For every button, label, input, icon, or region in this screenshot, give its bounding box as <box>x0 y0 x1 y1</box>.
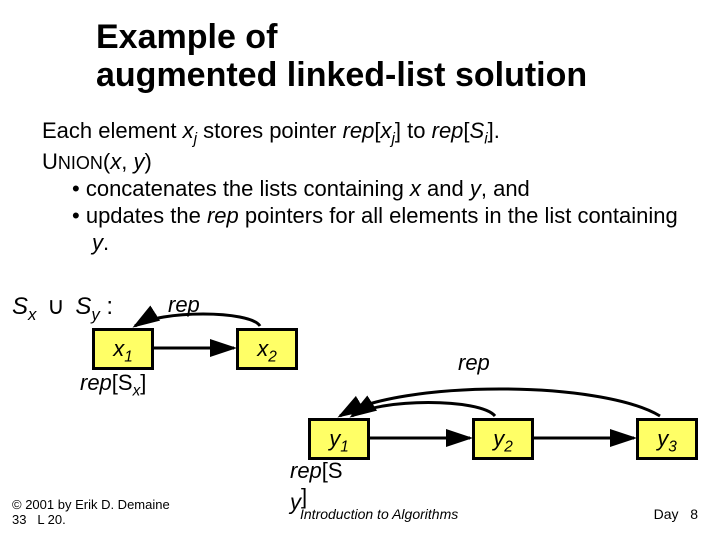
day-label: Day <box>654 506 679 522</box>
day-num: 8 <box>690 506 698 522</box>
txt: , <box>121 149 133 174</box>
rep-top-label: rep <box>168 292 200 318</box>
node-y1: y1 <box>308 418 370 460</box>
txt: [S <box>322 458 343 483</box>
y1: y <box>329 426 340 451</box>
x2: x <box>257 336 268 361</box>
body-text: Each element xj stores pointer rep[xj] t… <box>42 118 682 256</box>
Sy: S <box>75 293 91 320</box>
lecture: L 20. <box>37 512 65 527</box>
txt: concatenates the lists containing <box>86 176 410 201</box>
y3-sub: 3 <box>668 438 677 455</box>
y2: y <box>470 176 481 201</box>
x2-sub: 2 <box>268 348 277 365</box>
y3: y <box>657 426 668 451</box>
txt: to <box>401 118 432 143</box>
txt: Each element <box>42 118 183 143</box>
rep2: rep <box>432 118 464 143</box>
x1: x <box>113 336 124 361</box>
xj2: x <box>381 118 392 143</box>
Sy-sub: y <box>91 305 99 324</box>
node-x2: x2 <box>236 328 298 370</box>
x2: x <box>410 176 421 201</box>
rep: rep <box>343 118 375 143</box>
sx-union-sy-label: Sx ∪ Sy : <box>12 292 113 325</box>
rep3: rep <box>207 203 239 228</box>
txt: [S <box>112 370 133 395</box>
footer-left: © 2001 by Erik D. Demaine 33 L 20. <box>12 497 170 528</box>
xj: x <box>183 118 194 143</box>
copyright: © 2001 by Erik D. Demaine <box>12 497 170 512</box>
title-line1: Example of <box>96 18 277 56</box>
Sx-sub: x <box>28 305 36 324</box>
txt: updates the <box>86 203 207 228</box>
page-num: 33 <box>12 512 26 527</box>
footer-mid: Introduction to Algorithms <box>300 506 458 522</box>
union-rest: NION <box>58 153 103 173</box>
repSx-label: rep[Sx] <box>80 370 146 400</box>
txt: rep <box>290 458 322 483</box>
y3: y <box>92 230 103 255</box>
y1-sub: 1 <box>340 438 349 455</box>
txt: stores pointer <box>197 118 343 143</box>
txt: ]. <box>488 118 500 143</box>
txt: . <box>103 230 109 255</box>
title-line2: augmented linked-list solution <box>96 56 587 94</box>
cup: ∪ <box>43 293 69 320</box>
footer-right: Day 8 <box>654 506 698 522</box>
Si: S <box>470 118 485 143</box>
txt: ] <box>140 370 146 395</box>
txt: pointers for all elements in the list co… <box>239 203 678 228</box>
txt: , and <box>481 176 530 201</box>
Sx: S <box>12 293 28 320</box>
slide-title: Example of augmented linked-list solutio… <box>96 18 587 94</box>
txt: ) <box>144 149 151 174</box>
y2: y <box>493 426 504 451</box>
y: y <box>133 149 144 174</box>
txt: rep <box>80 370 112 395</box>
colon: : <box>100 293 113 320</box>
x: x <box>110 149 121 174</box>
union-u: U <box>42 149 58 174</box>
x1-sub: 1 <box>124 348 133 365</box>
node-x1: x1 <box>92 328 154 370</box>
txt: and <box>421 176 470 201</box>
y2-sub: 2 <box>504 438 513 455</box>
node-y2: y2 <box>472 418 534 460</box>
node-y3: y3 <box>636 418 698 460</box>
rep-mid-label: rep <box>458 350 490 376</box>
